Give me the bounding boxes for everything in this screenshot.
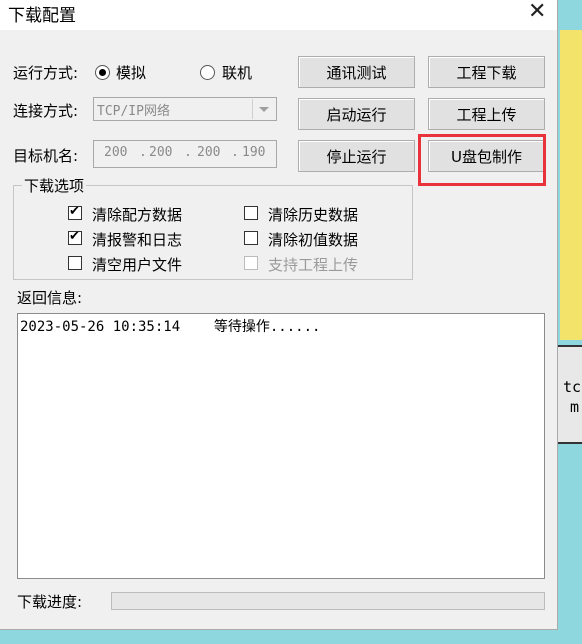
download-config-dialog: 下载配置 ✕ 运行方式: 模拟 联机 连接方式: TCP/IP网络 目标机名: … xyxy=(0,0,558,630)
close-icon[interactable]: ✕ xyxy=(528,0,546,24)
ip-octet-1[interactable]: 200 xyxy=(104,145,127,160)
download-progress-bar xyxy=(111,592,545,610)
target-label: 目标机名: xyxy=(13,147,79,165)
radio-online[interactable] xyxy=(200,65,215,80)
comm-test-button[interactable]: 通讯测试 xyxy=(298,56,415,88)
radio-online-label[interactable]: 联机 xyxy=(222,62,252,83)
feedback-log[interactable]: 2023-05-26 10:35:14 等待操作...... xyxy=(17,313,545,579)
checkbox-clear-alarm-log[interactable] xyxy=(68,229,82,245)
target-ip-field[interactable]: 200 . 200 . 200 . 190 xyxy=(93,140,277,168)
project-download-button[interactable]: 工程下载 xyxy=(428,56,545,88)
ip-dot: . xyxy=(184,145,192,160)
ip-dot: . xyxy=(139,145,147,160)
stop-run-button[interactable]: 停止运行 xyxy=(298,140,415,172)
log-line: 2023-05-26 10:35:14 等待操作...... xyxy=(20,319,321,335)
checkbox-clear-alarm-log-label[interactable]: 清报警和日志 xyxy=(92,229,182,250)
run-mode-label: 运行方式: xyxy=(13,64,79,82)
start-run-button[interactable]: 启动运行 xyxy=(298,98,415,130)
checkbox-clear-recipe-label[interactable]: 清除配方数据 xyxy=(92,204,182,225)
ip-octet-2[interactable]: 200 xyxy=(149,145,172,160)
checkbox-clear-user-files-label[interactable]: 清空用户文件 xyxy=(92,254,182,275)
checkbox-support-upload-label: 支持工程上传 xyxy=(268,256,359,274)
ip-dot: . xyxy=(231,145,239,160)
progress-label: 下载进度: xyxy=(17,593,83,611)
download-options-title: 下载选项 xyxy=(22,175,87,196)
feedback-label: 返回信息: xyxy=(17,289,83,307)
checkbox-clear-recipe[interactable] xyxy=(68,204,82,220)
connection-select[interactable]: TCP/IP网络 xyxy=(93,97,277,121)
checkbox-clear-initial-label[interactable]: 清除初值数据 xyxy=(268,229,358,250)
chevron-down-icon[interactable] xyxy=(252,99,275,119)
background-window-strip xyxy=(560,30,582,340)
connection-value: TCP/IP网络 xyxy=(97,104,170,119)
background-text: m xyxy=(570,398,580,416)
ip-octet-3[interactable]: 200 xyxy=(197,145,220,160)
checkbox-clear-user-files[interactable] xyxy=(68,256,82,270)
checkbox-clear-initial[interactable] xyxy=(244,231,258,245)
radio-simulate[interactable] xyxy=(95,65,110,80)
ip-octet-4[interactable]: 190 xyxy=(242,145,265,160)
connection-label: 连接方式: xyxy=(13,102,79,120)
window-title: 下载配置 xyxy=(8,6,76,26)
title-bar[interactable]: 下载配置 ✕ xyxy=(0,0,557,30)
radio-simulate-label[interactable]: 模拟 xyxy=(116,62,146,83)
project-upload-button[interactable]: 工程上传 xyxy=(428,98,545,130)
checkbox-clear-history-label[interactable]: 清除历史数据 xyxy=(268,204,358,225)
background-text: tc xyxy=(563,378,582,396)
checkbox-support-upload xyxy=(244,256,258,270)
highlight-box xyxy=(418,134,546,186)
checkbox-clear-history[interactable] xyxy=(244,206,258,220)
